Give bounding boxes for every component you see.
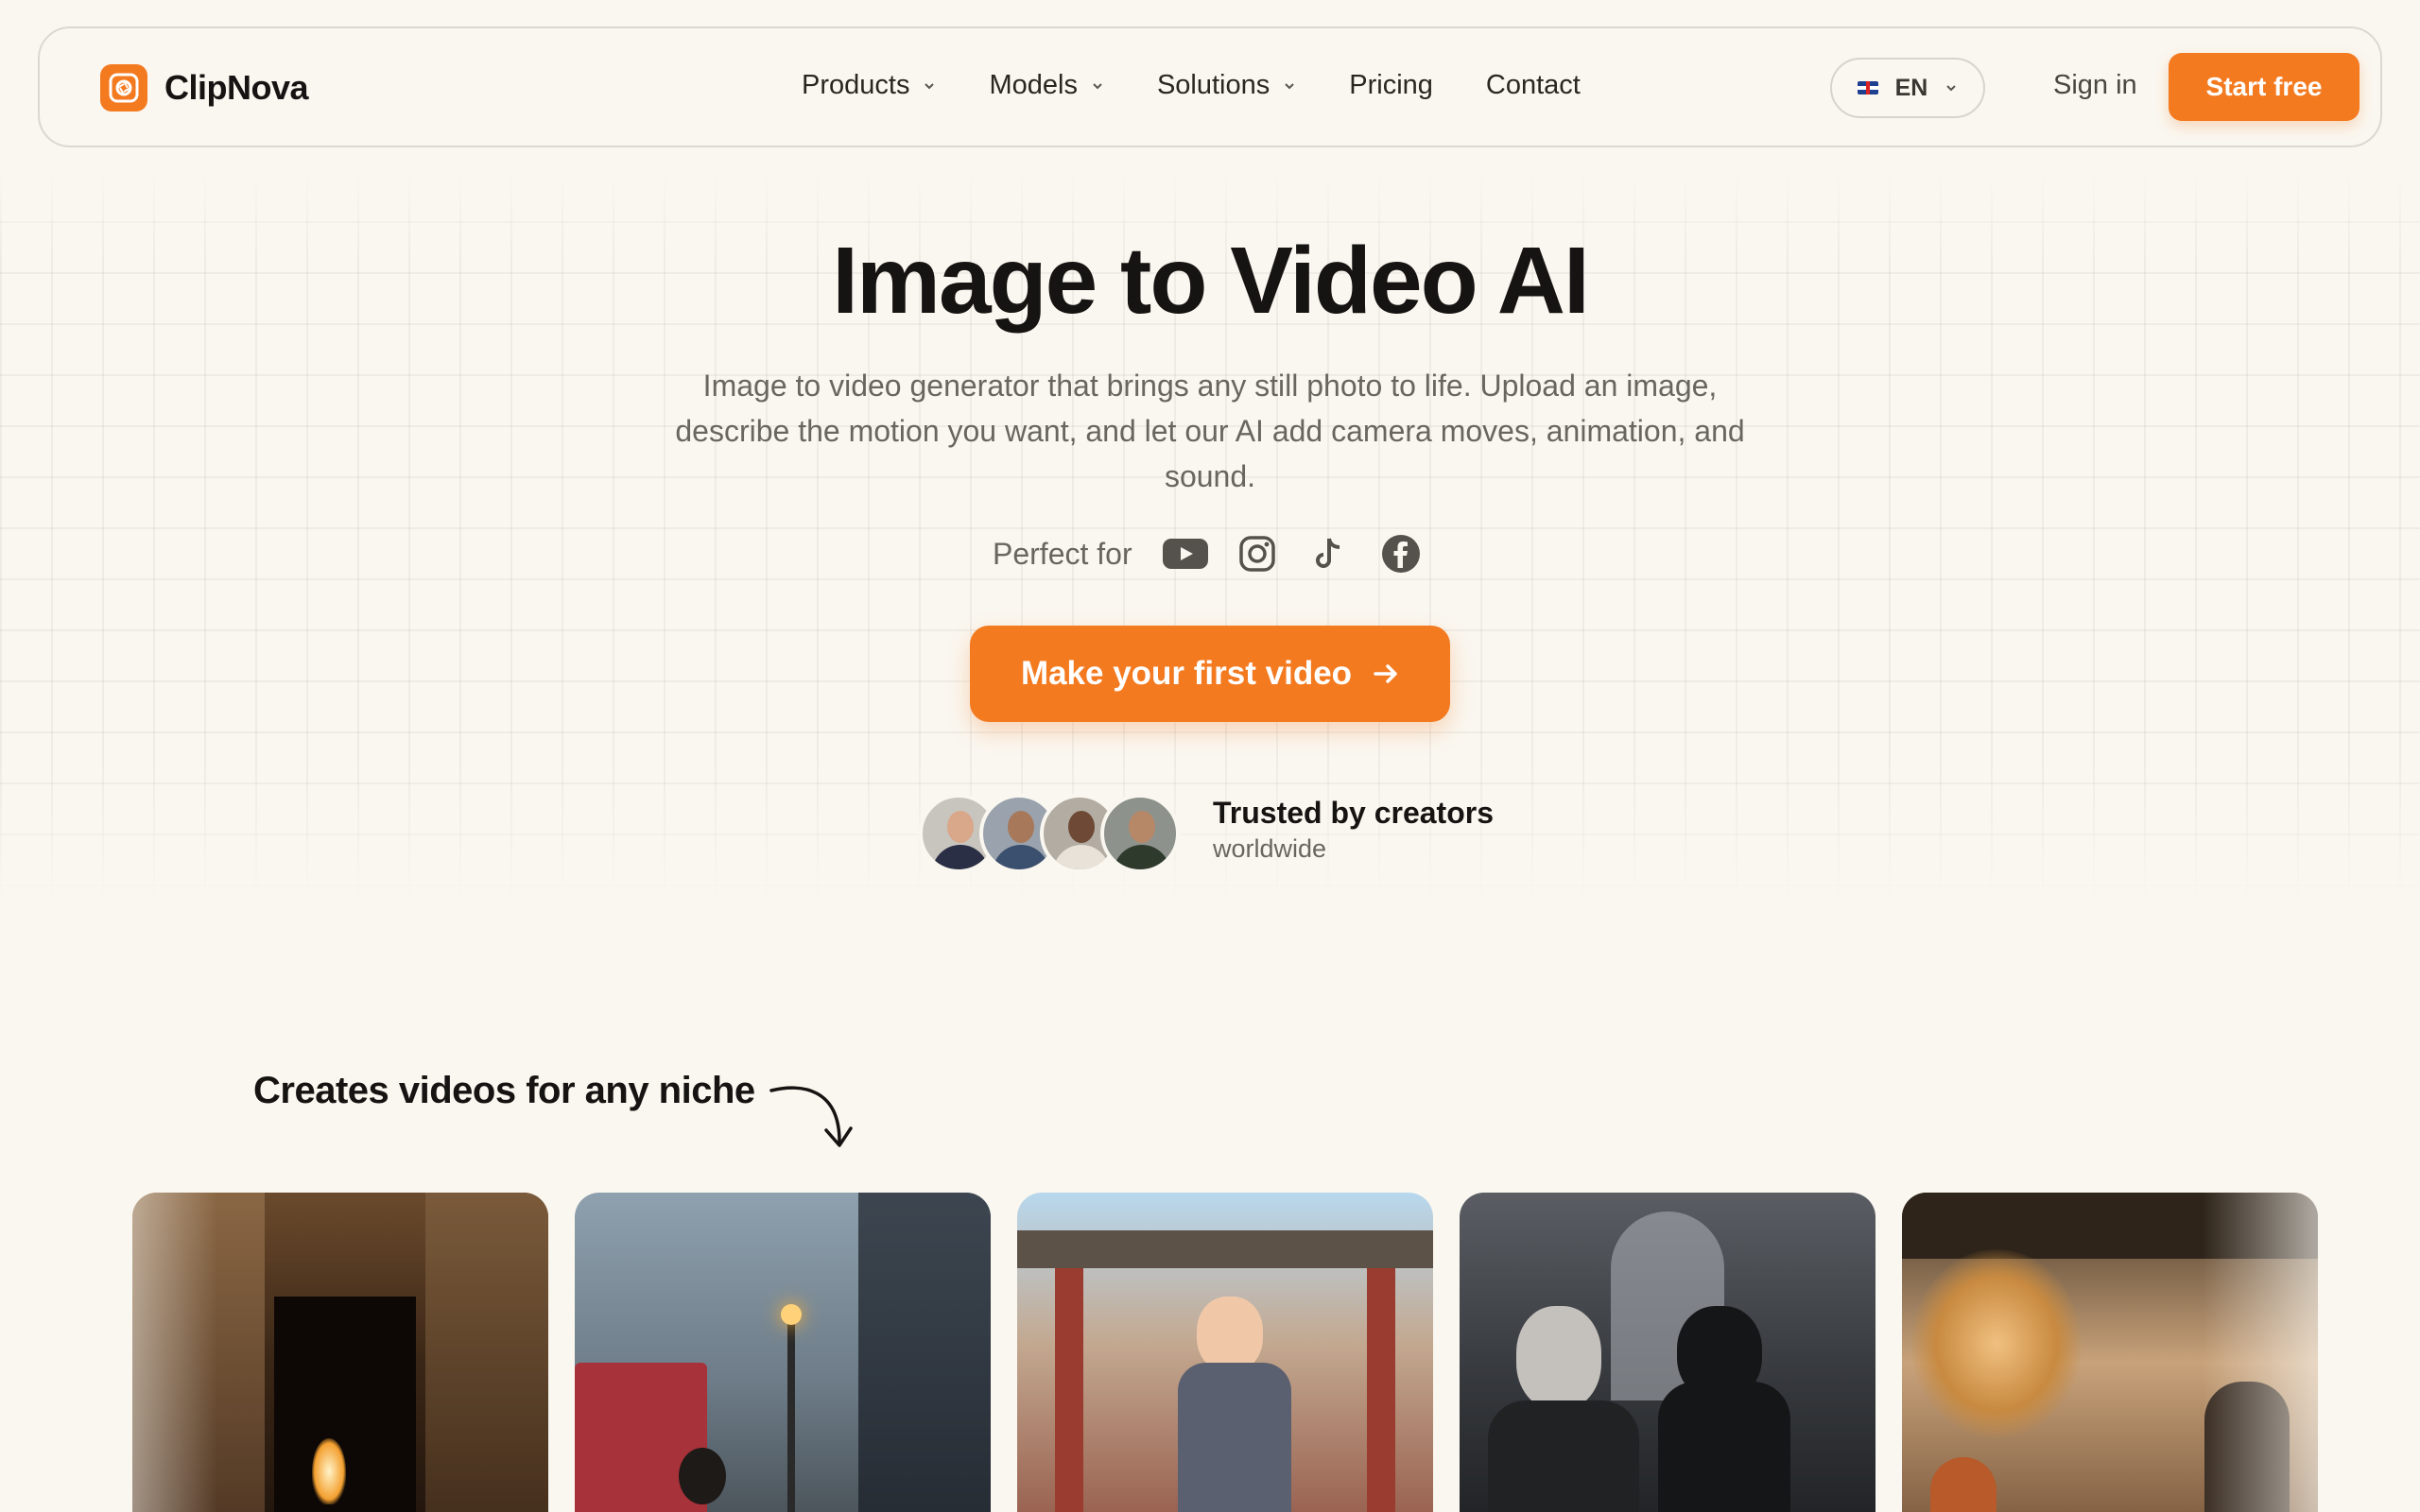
niche-section-title: Creates videos for any niche [253, 1070, 755, 1111]
trust-block: Trusted by creators worldwide [1213, 796, 1494, 864]
menu-label: Solutions [1156, 70, 1270, 100]
youtube-icon[interactable] [1162, 531, 1208, 576]
logo-icon [100, 64, 147, 112]
video-card-anime-temple[interactable] [1017, 1193, 1433, 1512]
instagram-icon[interactable] [1235, 531, 1280, 576]
carousel-fade-right [2203, 1179, 2420, 1512]
trust-title: Trusted by creators [1213, 796, 1494, 830]
menu-item-products[interactable]: Products [802, 70, 936, 101]
main-menu: Products Models Solutions Pricing Contac… [802, 70, 1634, 101]
arrow-right-icon [1374, 664, 1397, 683]
avatar [1100, 794, 1180, 873]
video-examples-carousel [0, 1179, 2420, 1512]
menu-label: Pricing [1349, 70, 1433, 100]
trust-subtitle: worldwide [1213, 834, 1327, 863]
brand-name: ClipNova [164, 68, 309, 107]
sign-in-link[interactable]: Sign in [2053, 70, 2137, 101]
make-first-video-button[interactable]: Make your first video [970, 626, 1450, 722]
video-card-rainy-street[interactable] [575, 1193, 991, 1512]
chevron-down-icon [925, 82, 935, 89]
chevron-down-icon [1946, 85, 1957, 92]
creator-avatars [919, 794, 1180, 873]
language-label: EN [1894, 74, 1928, 101]
perfect-for-row: Perfect for [993, 531, 1424, 576]
top-navbar: ClipNova Products Models Solutions Prici… [38, 26, 2382, 147]
curved-arrow-icon [769, 1086, 853, 1147]
menu-item-contact[interactable]: Contact [1486, 70, 1581, 101]
chevron-down-icon [1285, 82, 1294, 89]
menu-item-models[interactable]: Models [989, 70, 1104, 101]
carousel-fade-left [0, 1179, 217, 1512]
menu-label: Models [989, 70, 1078, 100]
uk-flag-icon [1857, 81, 1878, 94]
start-free-button[interactable]: Start free [2169, 53, 2360, 121]
chevron-down-icon [1093, 82, 1102, 89]
facebook-icon[interactable] [1378, 531, 1424, 576]
menu-item-pricing[interactable]: Pricing [1349, 70, 1433, 101]
menu-item-solutions[interactable]: Solutions [1157, 70, 1296, 101]
language-selector[interactable]: EN [1830, 58, 1985, 118]
tiktok-icon[interactable] [1306, 531, 1352, 576]
menu-label: Contact [1485, 70, 1581, 100]
cta-label: Make your first video [1020, 655, 1353, 692]
brand-logo[interactable]: ClipNova [100, 64, 309, 112]
menu-label: Products [802, 70, 910, 100]
page-title: Image to Video AI [832, 228, 1590, 334]
video-card-gothic-storm[interactable] [1460, 1193, 1876, 1512]
hero-subtitle: Image to video generator that brings any… [675, 369, 1745, 493]
perfect-for-label: Perfect for [993, 536, 1132, 571]
